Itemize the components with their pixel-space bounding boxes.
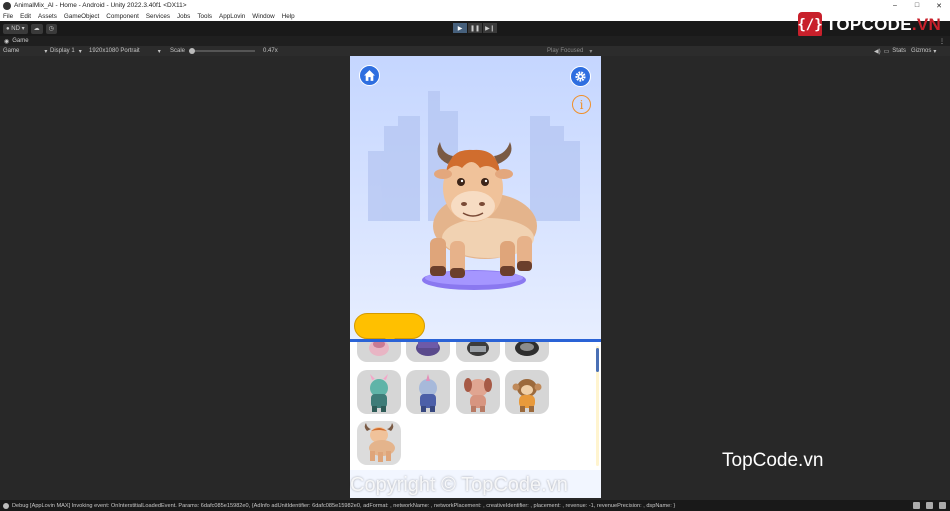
menu-applovin[interactable]: AppLovin: [219, 13, 245, 20]
resolution-dropdown[interactable]: 1920x1080 Portrait ▾: [89, 48, 161, 55]
grid-scrollbar-thumb[interactable]: [596, 348, 599, 372]
view-dropdown[interactable]: Game ▾: [3, 48, 47, 55]
resolution-dropdown-label: 1920x1080 Portrait: [89, 48, 140, 54]
play-button[interactable]: ▶: [453, 23, 467, 33]
animal-thumb[interactable]: [505, 342, 549, 362]
cloud-button[interactable]: ☁: [30, 23, 43, 34]
info-icon: [3, 502, 9, 509]
display-dropdown-label: Display 1: [50, 48, 75, 54]
menu-help[interactable]: Help: [282, 13, 295, 20]
step-icon: ▶❙: [485, 25, 495, 32]
stats-button[interactable]: Stats: [892, 48, 906, 54]
monkey-portrait: [512, 379, 542, 412]
game-view-controls: Game ▾ Display 1 ▾ 1920x1080 Portrait ▾ …: [0, 46, 950, 56]
dragon-portrait: [370, 374, 388, 412]
chevron-down-icon[interactable]: ▾: [933, 48, 936, 55]
game-tab-bar: ◉ Game ⋮: [0, 36, 950, 46]
play-icon: ▶: [457, 25, 463, 32]
scale-value: 0.47x: [263, 48, 278, 54]
animal-portrait: [515, 342, 539, 356]
chevron-down-icon: ▾: [157, 48, 161, 55]
scale-slider[interactable]: [189, 48, 256, 54]
status-icons: [907, 502, 946, 509]
scale-label: Scale: [170, 48, 186, 54]
account-label: ND: [11, 25, 20, 32]
pause-icon: ❚❚: [469, 25, 481, 32]
sync-icon[interactable]: [926, 502, 933, 509]
animal-thumb-dragon[interactable]: [357, 370, 401, 414]
animal-portrait: [369, 342, 389, 356]
game-scene: i: [350, 56, 601, 344]
chevron-down-icon: ▾: [589, 48, 593, 55]
topcode-logo-mark: {/}: [797, 12, 823, 38]
scale-slider-handle[interactable]: [189, 48, 196, 54]
chevron-down-icon: ▾: [78, 48, 82, 55]
animal-grid: [350, 342, 601, 470]
game-viewport[interactable]: i: [350, 56, 601, 498]
animal-thumb-monkey[interactable]: [505, 370, 549, 414]
menu-tools[interactable]: Tools: [197, 13, 212, 20]
menu-jobs[interactable]: Jobs: [177, 13, 190, 20]
bull-character: [422, 142, 537, 290]
animal-thumb-bull[interactable]: [357, 421, 401, 465]
animal-thumb-unicorn[interactable]: [406, 370, 450, 414]
unity-logo-icon: [3, 1, 11, 10]
menu-window[interactable]: Window: [252, 13, 274, 20]
speech-bubble[interactable]: [354, 313, 425, 339]
watermark-bottom: Copyright © TopCode.vn: [350, 474, 568, 496]
mute-audio-icon[interactable]: ◀): [874, 48, 881, 55]
gizmos-button[interactable]: Gizmos: [911, 48, 931, 54]
tab-game-label: Game: [12, 38, 29, 44]
animal-thumb[interactable]: [357, 342, 401, 362]
console-status-bar[interactable]: Debug [AppLovin MAX] Invoking event: OnI…: [0, 500, 950, 511]
animal-thumb-dog[interactable]: [456, 370, 500, 414]
unicorn-portrait: [419, 374, 437, 412]
animal-portrait: [416, 342, 440, 356]
menu-services[interactable]: Services: [146, 13, 170, 20]
animal-portrait: [467, 342, 489, 356]
step-button[interactable]: ▶❙: [483, 23, 497, 33]
display-dropdown[interactable]: Display 1 ▾: [50, 48, 82, 55]
vr-icon[interactable]: ▭: [884, 48, 890, 55]
close-icon[interactable]: ✕: [928, 2, 950, 10]
scale-control: Scale 0.47x: [170, 48, 278, 54]
history-button[interactable]: ◷: [45, 23, 57, 34]
status-message: Debug [AppLovin MAX] Invoking event: OnI…: [12, 502, 676, 509]
history-icon: ◷: [48, 26, 54, 32]
logo-text-main: TOPCODE: [826, 15, 912, 34]
bug-icon[interactable]: [913, 502, 920, 509]
bull-portrait: [364, 423, 395, 462]
tab-game[interactable]: ◉ Game: [4, 38, 29, 45]
chevron-down-icon: ▾: [19, 26, 25, 32]
logo-text-suffix: .VN: [911, 15, 942, 34]
pause-button[interactable]: ❚❚: [468, 23, 482, 33]
menu-edit[interactable]: Edit: [20, 13, 31, 20]
topcode-logo-text: TOPCODE.VN: [826, 15, 941, 35]
play-mode-label: Play Focused: [547, 48, 584, 54]
watermark-side: TopCode.vn: [722, 450, 824, 471]
animal-thumb[interactable]: [406, 342, 450, 362]
menu-assets[interactable]: Assets: [38, 13, 57, 20]
play-mode-dropdown[interactable]: Play Focused ▾: [547, 48, 592, 55]
window-title: AnimalMix_AI - Home - Android - Unity 20…: [14, 2, 187, 9]
notification-icon[interactable]: [939, 502, 946, 509]
game-view-options: ◀) ▭ Stats Gizmos ▾: [874, 48, 936, 55]
menu-file[interactable]: File: [3, 13, 13, 20]
dog-portrait: [464, 378, 492, 412]
play-controls: ▶ ❚❚ ▶❙: [453, 23, 498, 33]
chevron-down-icon: ▾: [44, 48, 48, 55]
more-options-icon[interactable]: ⋮: [939, 38, 945, 45]
view-dropdown-label: Game: [3, 48, 20, 54]
animal-thumb[interactable]: [456, 342, 500, 362]
menu-component[interactable]: Component: [106, 13, 139, 20]
cloud-icon: ☁: [33, 26, 40, 32]
game-view-icon: ◉: [4, 38, 10, 45]
menu-gameobject[interactable]: GameObject: [64, 13, 99, 20]
account-button[interactable]: ● ND ▾: [3, 23, 28, 34]
